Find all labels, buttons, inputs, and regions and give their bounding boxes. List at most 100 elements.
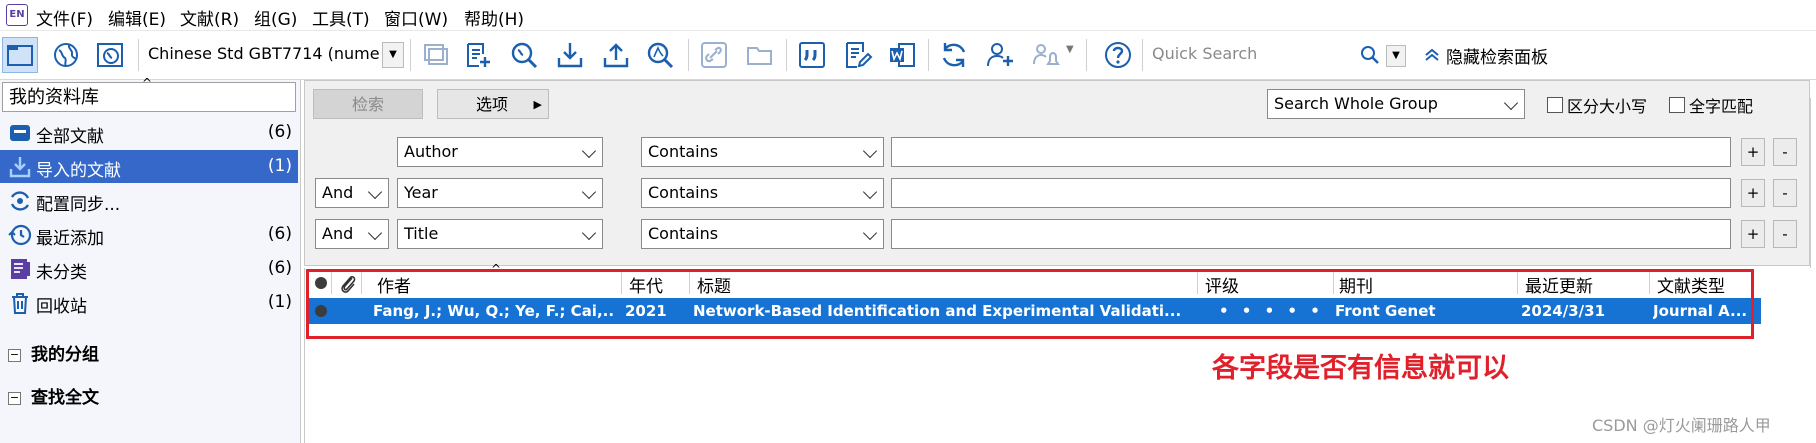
search-operator-select[interactable]: Contains [641,178,884,208]
search-field-select[interactable]: Title [397,219,603,249]
open-file-button[interactable] [742,37,778,73]
menu-file[interactable]: 文件(F) [36,5,93,30]
cell-rating[interactable]: • • • • • [1219,302,1329,320]
local-library-button[interactable] [2,37,38,73]
checkbox-box[interactable] [1547,97,1563,113]
import-button[interactable] [552,37,588,73]
column-header-journal[interactable]: 期刊 [1339,272,1373,297]
clock-icon [8,224,32,246]
sidebar-item-label: 全部文献 [36,127,104,147]
collapse-icon[interactable]: − [8,391,21,405]
annotation-text: 各字段是否有信息就可以 [1212,353,1509,384]
add-row-button[interactable]: + [1741,179,1765,207]
new-reference-icon [467,43,490,67]
sync-button[interactable] [936,37,972,73]
menu-edit[interactable]: 编辑(E) [108,5,166,30]
new-reference-button[interactable] [460,37,496,73]
integrated-globe-icon [97,43,123,67]
search-field-select[interactable]: Year [397,178,603,208]
chevron-down-icon [367,184,383,200]
add-row-button[interactable]: + [1741,138,1765,166]
go-to-word-button[interactable] [884,37,920,73]
watermark: CSDN @灯火阑珊路人甲 [1592,416,1771,435]
search-bool-select[interactable]: And [315,178,389,208]
share-library-button[interactable] [982,37,1018,73]
collapse-caret-icon[interactable]: ^ [142,76,152,90]
local-library-icon [7,45,33,66]
sidebar-item-imported-references[interactable]: 导入的文献 (1) [0,150,298,183]
sidebar-item-configure-sync[interactable]: 配置同步... [0,184,298,217]
group-header-find-full-text[interactable]: − 查找全文 [8,383,99,408]
sidebar-item-recently-added[interactable]: 最近添加 (6) [0,218,298,251]
match-case-checkbox[interactable]: 区分大小写 [1547,93,1647,117]
online-library-button[interactable] [48,37,84,73]
activity-dropdown-arrow[interactable]: ▼ [1066,44,1074,55]
endnote-app-icon[interactable]: EN [6,4,28,26]
output-style-select[interactable]: Chinese Std GBT7714 (numeric) ▼ [146,42,404,68]
format-bibliography-button[interactable] [840,37,876,73]
chevron-down-icon[interactable]: ▼ [382,42,404,68]
sidebar-item-unfiled[interactable]: 未分类 (6) [0,252,298,285]
sidebar-item-trash[interactable]: 回收站 (1) [0,286,298,319]
table-row[interactable]: Fang, J.; Wu, Q.; Ye, F.; Cai,... 2021 N… [309,298,1761,324]
sidebar-item-count: (6) [267,122,292,142]
options-button[interactable]: 选项 ▶ [437,89,549,119]
new-group-button[interactable] [418,37,454,73]
quick-search-input[interactable]: Quick Search [1152,44,1352,68]
read-status-header-icon[interactable] [315,277,327,289]
online-search-button[interactable] [506,37,542,73]
sort-caret-icon: ^ [491,262,502,276]
remove-row-button[interactable]: - [1773,179,1797,207]
help-button[interactable] [1100,37,1136,73]
integrated-library-button[interactable] [92,37,128,73]
remove-row-button[interactable]: - [1773,220,1797,248]
search-icon[interactable] [1358,43,1382,67]
find-full-text-button[interactable] [642,37,678,73]
match-words-checkbox[interactable]: 全字匹配 [1669,93,1753,117]
search-operator-value: Contains [648,142,719,161]
export-button[interactable] [598,37,634,73]
attachment-icon[interactable] [339,272,357,294]
unread-dot-icon[interactable] [315,305,327,317]
hide-search-panel-label: 隐藏检索面板 [1446,47,1548,68]
column-header-title[interactable]: 标题 [697,272,731,297]
search-button[interactable]: 检索 [313,89,423,119]
insert-citation-button[interactable] [794,37,830,73]
search-scope-select[interactable]: Search Whole Group [1267,89,1525,119]
reference-list: 作者 ^ 年代 标题 评级 期刊 最近更新 文献类型 Fang, J.; Wu,… [304,262,1816,443]
checkbox-box[interactable] [1669,97,1685,113]
share-activity-icon [1033,44,1060,65]
search-value-input[interactable] [891,219,1731,249]
open-link-button[interactable] [696,37,732,73]
menu-tools[interactable]: 工具(T) [312,5,370,30]
sidebar-item-all-references[interactable]: 全部文献 (6) [0,116,298,149]
column-header-rating[interactable]: 评级 [1205,272,1239,297]
search-operator-select[interactable]: Contains [641,219,884,249]
chevron-down-icon [1503,95,1519,111]
menu-groups[interactable]: 组(G) [254,5,297,30]
search-bool-select[interactable]: And [315,219,389,249]
remove-row-button[interactable]: - [1773,138,1797,166]
search-field-value: Title [404,224,439,243]
output-style-value: Chinese Std GBT7714 (numeric) [148,44,380,63]
column-header-year[interactable]: 年代 [629,272,663,297]
pdf-search-icon [647,42,674,69]
menu-help[interactable]: 帮助(H) [464,5,524,30]
menu-references[interactable]: 文献(R) [180,5,239,30]
add-row-button[interactable]: + [1741,220,1765,248]
search-field-select[interactable]: Author [397,137,603,167]
activity-feed-button[interactable] [1028,37,1064,73]
group-header-my-groups[interactable]: − 我的分组 [8,340,99,365]
collapse-icon[interactable]: − [8,348,21,362]
column-header-author[interactable]: 作者 [377,272,411,297]
column-header-reference-type[interactable]: 文献类型 [1657,272,1725,297]
menu-window[interactable]: 窗口(W) [384,5,448,30]
group-header-label: 查找全文 [31,388,99,408]
column-header-last-updated[interactable]: 最近更新 [1525,272,1593,297]
hide-search-panel-button[interactable]: 隐藏检索面板 [1424,42,1548,68]
online-search-icon [511,42,538,69]
search-value-input[interactable] [891,178,1731,208]
search-operator-select[interactable]: Contains [641,137,884,167]
quick-search-dropdown[interactable]: ▼ [1386,45,1406,67]
search-value-input[interactable] [891,137,1731,167]
